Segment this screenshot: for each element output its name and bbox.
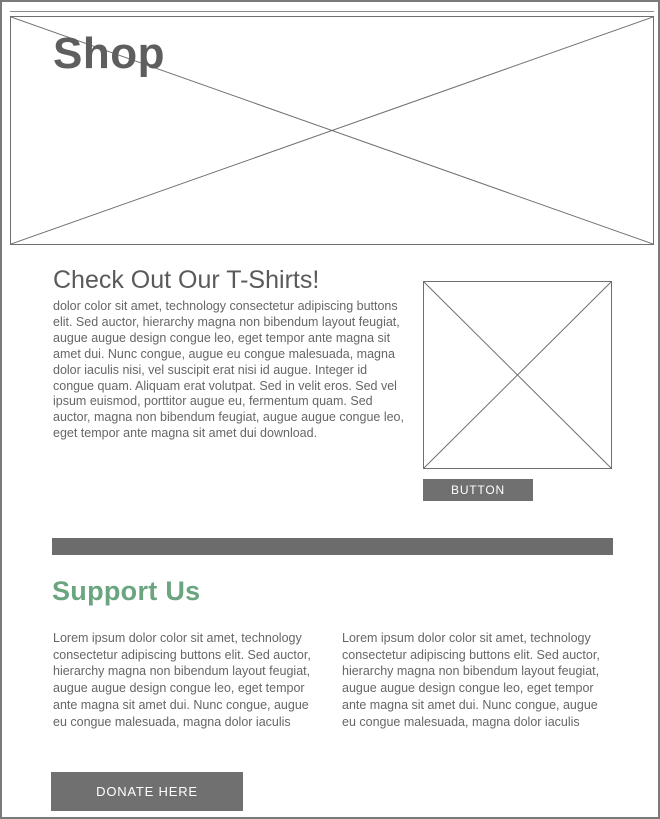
support-heading: Support Us xyxy=(52,576,201,606)
donate-button[interactable]: DONATE HERE xyxy=(51,772,243,811)
tshirts-description: dolor color sit amet, technology consect… xyxy=(53,299,404,441)
product-image-placeholder xyxy=(423,281,612,469)
page-title: Shop xyxy=(53,29,165,78)
support-text-right: Lorem ipsum dolor color sit amet, techno… xyxy=(342,631,600,729)
hero-image-placeholder: Shop xyxy=(10,16,654,245)
tshirts-heading: Check Out Our T-Shirts! xyxy=(53,266,320,294)
page-frame: Shop Check Out Our T-Shirts! dolor color… xyxy=(0,0,660,819)
section-divider xyxy=(52,538,613,555)
product-button[interactable]: BUTTON xyxy=(423,479,533,501)
image-placeholder-icon xyxy=(424,282,611,468)
top-rule xyxy=(10,11,654,12)
support-text-left: Lorem ipsum dolor color sit amet, techno… xyxy=(53,631,311,729)
